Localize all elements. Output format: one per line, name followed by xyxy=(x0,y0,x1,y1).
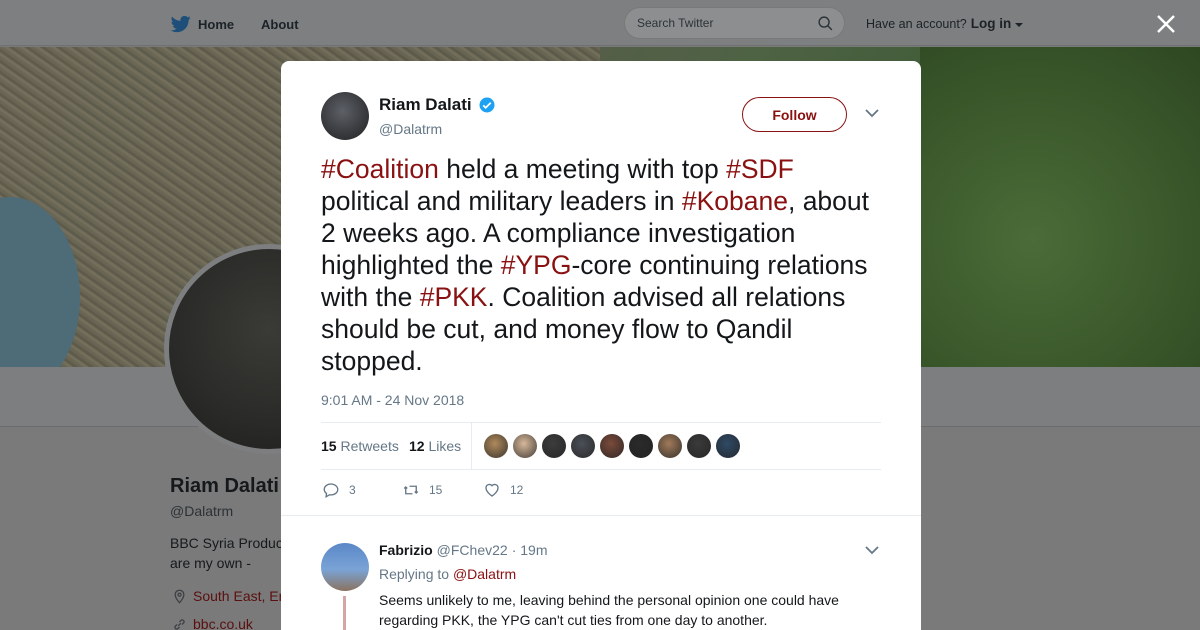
liker-avatar[interactable] xyxy=(629,434,653,458)
twitter-bird-icon xyxy=(170,15,191,33)
reply-text: Seems unlikely to me, leaving behind the… xyxy=(379,592,839,628)
account-prompt: Have an account? xyxy=(866,16,967,31)
tweet-text-segment: held a meeting with top xyxy=(438,154,727,184)
hashtag-link[interactable]: #YPG xyxy=(501,250,572,280)
account-area: Have an account? Log in xyxy=(866,16,1024,31)
location-pin-icon xyxy=(174,589,185,604)
retweets-count: 15 xyxy=(321,438,337,454)
hashtag-link[interactable]: #Kobane xyxy=(682,186,788,216)
reply-time[interactable]: · 19m xyxy=(512,542,548,558)
replying-to-label: Replying to xyxy=(379,566,450,582)
profile-location: South East, En xyxy=(172,588,286,604)
like-count: 12 xyxy=(510,483,524,497)
hashtag-link[interactable]: #PKK xyxy=(420,282,488,312)
profile-bio-line: are my own - xyxy=(170,555,251,571)
chevron-down-icon[interactable] xyxy=(865,108,879,118)
liker-avatar[interactable] xyxy=(687,434,711,458)
liker-avatar[interactable] xyxy=(571,434,595,458)
reply-author-name[interactable]: Fabrizio xyxy=(379,542,433,558)
likes-label: Likes xyxy=(428,438,462,454)
tweet-text: #Coalition held a meeting with top #SDF … xyxy=(321,153,881,377)
retweet-button[interactable]: 15 xyxy=(401,481,442,499)
likes-count: 12 xyxy=(409,438,425,454)
reply-author-handle[interactable]: @FChev22 xyxy=(437,542,508,558)
search-placeholder: Search Twitter xyxy=(637,16,714,30)
retweets-stat[interactable]: 15 Retweets xyxy=(321,438,399,454)
liker-avatar[interactable] xyxy=(513,434,537,458)
retweet-icon xyxy=(403,485,419,495)
top-navigation-bar: Home About Search Twitter Have an accoun… xyxy=(0,0,1200,46)
retweet-count: 15 xyxy=(429,483,443,497)
follow-button[interactable]: Follow xyxy=(742,97,847,132)
search-icon[interactable] xyxy=(817,15,834,32)
tweet-stats: 15 Retweets 12 Likes xyxy=(321,422,881,470)
replying-to-handle[interactable]: @Dalatrm xyxy=(453,566,516,582)
hashtag-link[interactable]: #SDF xyxy=(726,154,794,184)
nav-about-label: About xyxy=(261,16,299,32)
retweets-label: Retweets xyxy=(340,438,399,454)
nav-home-link[interactable]: Home xyxy=(170,14,234,34)
nav-about-link[interactable]: About xyxy=(261,14,299,34)
author-name[interactable]: Riam Dalati xyxy=(379,95,496,115)
reply-count: 3 xyxy=(349,483,356,497)
hashtag-link[interactable]: #Coalition xyxy=(321,154,439,184)
liker-avatars xyxy=(484,434,740,458)
reply-icon xyxy=(323,483,339,498)
reply-button[interactable]: 3 xyxy=(321,481,356,499)
author-handle[interactable]: @Dalatrm xyxy=(379,121,442,137)
close-icon[interactable] xyxy=(1154,12,1178,36)
stats-divider xyxy=(471,423,472,470)
heart-icon xyxy=(485,483,499,497)
replying-to: Replying to @Dalatrm xyxy=(379,566,516,582)
reply-header: Fabrizio @FChev22 · 19m xyxy=(379,542,548,558)
tweet-timestamp[interactable]: 9:01 AM - 24 Nov 2018 xyxy=(321,392,464,408)
reply-thread-line xyxy=(343,596,346,630)
liker-avatar[interactable] xyxy=(716,434,740,458)
tweet-text-segment: political and military leaders in xyxy=(321,186,682,216)
profile-link-text[interactable]: bbc.co.uk xyxy=(193,616,253,630)
profile-link[interactable]: bbc.co.uk xyxy=(172,616,253,630)
liker-avatar[interactable] xyxy=(484,434,508,458)
liker-avatar[interactable] xyxy=(658,434,682,458)
search-input[interactable]: Search Twitter xyxy=(624,7,845,39)
tweet-actions: 3 15 12 xyxy=(321,481,881,505)
profile-bio-line: BBC Syria Produc xyxy=(170,535,283,551)
like-button[interactable]: 12 xyxy=(482,481,523,499)
profile-name: Riam Dalati xyxy=(170,475,279,497)
chevron-down-icon[interactable] xyxy=(865,545,879,555)
nav-home-label: Home xyxy=(198,16,235,32)
liker-avatar[interactable] xyxy=(600,434,624,458)
login-caret-icon[interactable] xyxy=(1015,22,1024,27)
liker-avatar[interactable] xyxy=(542,434,566,458)
verified-badge-icon xyxy=(479,97,495,113)
profile-location-text: South East, En xyxy=(193,588,287,604)
likes-stat[interactable]: 12 Likes xyxy=(409,438,461,454)
reply-divider xyxy=(281,515,921,516)
profile-handle: @Dalatrm xyxy=(170,503,234,519)
tweet-modal: Riam Dalati @Dalatrm Follow #Coalition h… xyxy=(281,61,921,630)
author-name-text[interactable]: Riam Dalati xyxy=(379,95,472,115)
login-button[interactable]: Log in xyxy=(971,16,1012,31)
reply-author-avatar[interactable] xyxy=(321,543,369,591)
link-icon xyxy=(174,618,185,630)
author-avatar[interactable] xyxy=(321,92,369,140)
